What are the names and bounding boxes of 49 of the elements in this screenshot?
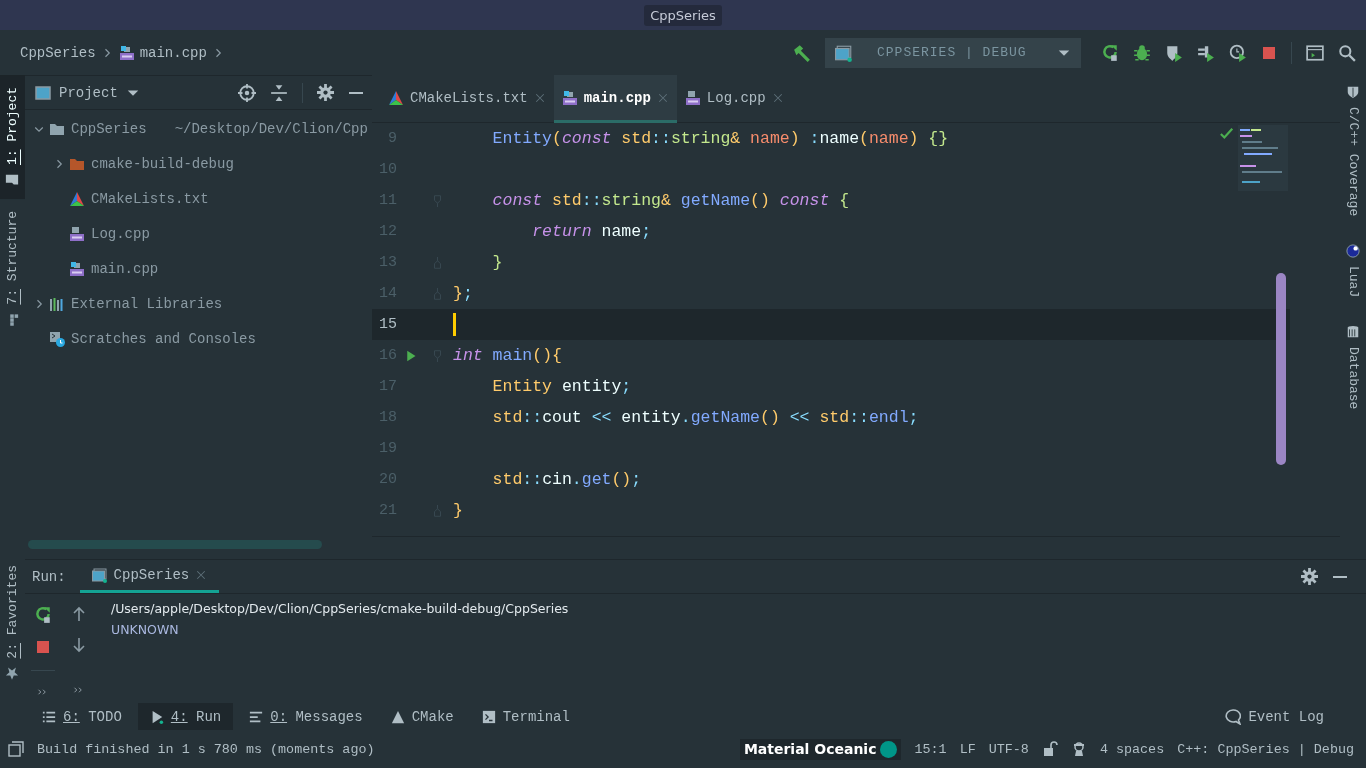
tool-window-button[interactable]: 4: Run (137, 703, 234, 730)
breadcrumb-item[interactable]: CppSeries (20, 44, 96, 61)
breadcrumb-item[interactable]: main.cpp (139, 44, 207, 61)
run-tab[interactable]: CppSeries (79, 560, 220, 594)
line-separator[interactable]: LF (959, 741, 976, 757)
tool-window-button[interactable]: 0: Messages (237, 703, 375, 730)
build-context[interactable]: C++: CppSeries | Debug (1177, 741, 1354, 757)
indent-setting[interactable]: 4 spaces (1099, 741, 1165, 757)
console-output: /Users/apple/Desktop/Dev/Clion/CppSeries/cmake-build-debug/CppSeries (111, 600, 569, 619)
event-log-button[interactable]: Event Log (1213, 703, 1336, 730)
tree-item[interactable]: Log.cpp (91, 225, 150, 242)
caret-position[interactable]: 15:1 (914, 741, 947, 757)
editor-tab[interactable]: main.cpp (553, 75, 677, 123)
code-line: const std::string& getName() const { (491, 191, 850, 210)
tree-item[interactable]: CppSeries (71, 120, 147, 137)
code-line: return name; (531, 222, 652, 241)
code-line: }; (453, 284, 473, 303)
project-view-dropdown[interactable]: Project (35, 84, 140, 101)
tool-window-tab[interactable]: 7: Structure (0, 199, 25, 339)
tree-item[interactable]: External Libraries (71, 295, 223, 312)
code-line: std::cout << entity.getName() << std::endl; (491, 408, 919, 427)
code-line: } (491, 253, 503, 272)
tool-window-button[interactable]: Terminal (469, 703, 582, 730)
window-title: CppSeries (644, 4, 722, 26)
tool-window-button[interactable]: CMake (378, 703, 466, 730)
tool-window-tab[interactable]: Database (1340, 321, 1366, 414)
tool-window-tab[interactable]: 2: Favorites (0, 553, 25, 693)
tree-item[interactable]: main.cpp (91, 260, 159, 277)
code-line: Entity entity; (491, 377, 632, 396)
status-message: Build finished in 1 s 780 ms (moments ago) (37, 741, 375, 757)
tool-window-button[interactable]: 6: TODO (30, 703, 134, 730)
line-number: 15 (378, 316, 397, 333)
project-path: ~/Desktop/Dev/Clion/Cpp (174, 120, 368, 137)
tree-item[interactable]: CMakeLists.txt (91, 190, 209, 207)
tool-window-tab[interactable]: 1: Project (0, 75, 25, 200)
code-line: int main(){ (453, 346, 562, 365)
theme-switcher[interactable]: Material Oceanic (739, 738, 902, 760)
editor-tab[interactable]: Log.cpp (676, 75, 792, 123)
code-line: } (453, 501, 463, 520)
panel-title: Run: (32, 568, 66, 585)
tool-window-tab[interactable]: C/C++ Coverage (1340, 81, 1366, 221)
editor-tab[interactable]: CMakeLists.txt (380, 75, 554, 123)
tool-window-tab[interactable]: LuaJ (1340, 240, 1366, 302)
file-encoding[interactable]: UTF-8 (988, 741, 1029, 757)
tree-item[interactable]: cmake-build-debug (91, 155, 234, 172)
tree-item[interactable]: Scratches and Consoles (71, 330, 256, 347)
code-line: Entity(const std::string& name) :name(name) {} (491, 129, 949, 148)
console-output: UNKNOWN (111, 621, 180, 640)
code-line: std::cin.get(); (491, 470, 642, 489)
